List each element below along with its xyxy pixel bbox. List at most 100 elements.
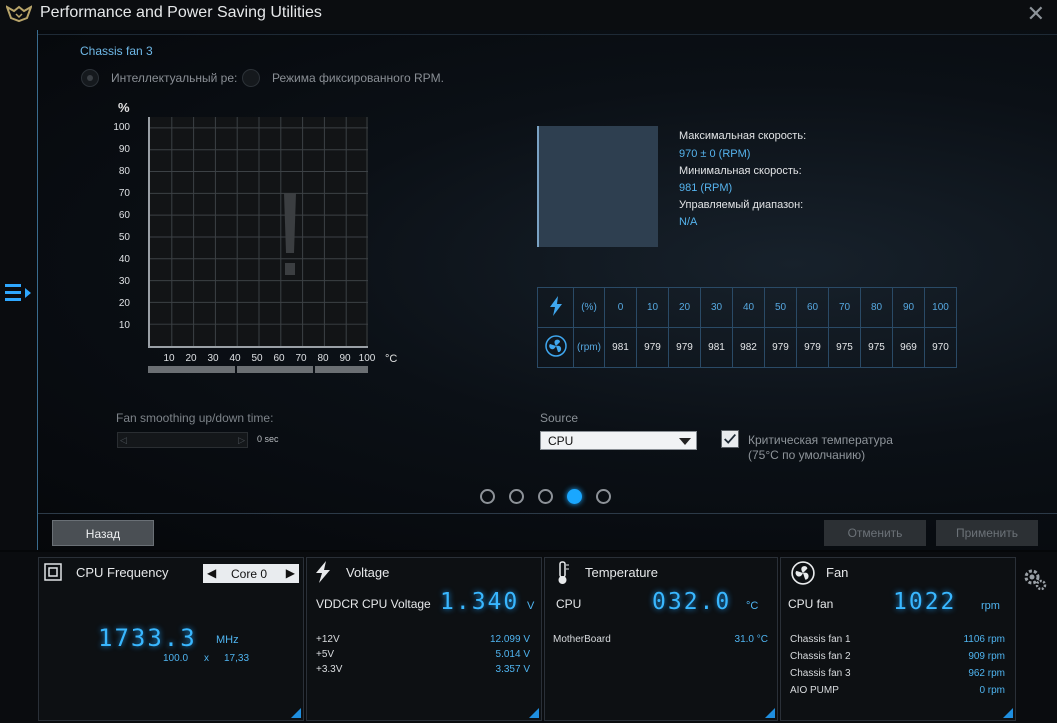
mode-smart-label: Интеллектуальный ре: [111,71,238,85]
warning-icon [284,193,296,275]
y-tick-label: 60 [118,210,130,221]
smoothing-label: Fan smoothing up/down time: [116,411,274,425]
list-item-value: 5.014 V [495,649,530,660]
temp-zone-bar-high [315,366,368,373]
expand-corner-icon[interactable] [765,708,775,718]
table-cell: 20 [668,287,701,328]
table-cell: 70 [828,287,861,328]
expand-corner-icon[interactable] [1003,708,1013,718]
range-label: Управляемый диапазон: [679,199,804,211]
core-prev-icon[interactable]: ◀ [207,566,216,580]
min-speed-value: 981 (RPM) [679,182,733,194]
page-dot-4[interactable] [567,489,582,504]
gear-icon[interactable] [1022,566,1048,592]
table-cell: 979 [636,327,669,368]
page-dot-3[interactable] [538,489,553,504]
table-cell: 40 [732,287,765,328]
table-cell: 970 [924,327,957,368]
min-speed-label: Минимальная скорость: [679,165,802,177]
core-selector[interactable]: ◀ Core 0 ▶ [203,564,299,583]
critical-temp-default: (75°C по умолчанию) [748,448,866,462]
source-label: Source [540,411,579,425]
core-next-icon[interactable]: ▶ [286,566,295,580]
table-cell: 10 [636,287,669,328]
list-item-value: 12.099 V [489,634,530,645]
y-tick-label: 80 [118,166,130,177]
list-item-label: AIO PUMP [790,685,839,696]
list-item-value: 962 rpm [968,668,1005,679]
range-value: N/A [679,216,698,228]
fan-speed-preview [537,126,658,247]
table-cell: 50 [764,287,797,328]
source-value: CPU [548,434,574,448]
list-item-value: 0 rpm [979,685,1005,696]
list-item-value: 909 rpm [968,651,1005,662]
mode-smart-radio[interactable] [81,69,99,87]
temp-zone-bar-mid [237,366,313,373]
apply-button[interactable]: Применить [936,520,1038,546]
temp-zone-bar-low [148,366,235,373]
cpu-frequency-value: 1733.3 [98,624,197,652]
table-cell: (%) [573,287,605,328]
table-cell: (rpm) [573,327,605,368]
menu-toggle-icon[interactable] [3,281,35,305]
thermometer-icon [558,561,569,584]
slider-left-icon[interactable]: ◁ [120,435,127,446]
cpu-temp-value: 032.0 [652,589,732,615]
table-cell: 969 [892,327,925,368]
y-tick-label: 30 [118,276,130,287]
list-item-value: 1106 rpm [963,634,1005,645]
expand-corner-icon[interactable] [291,708,301,718]
x-tick-label: 20 [185,353,197,364]
x-tick-label: 30 [207,353,219,364]
chevron-down-icon [679,438,691,445]
table-cell: 90 [892,287,925,328]
close-icon[interactable]: ✕ [1027,3,1045,25]
mode-fixed-radio[interactable] [242,69,260,87]
table-cell: 979 [796,327,829,368]
x-axis-unit: °C [385,353,398,365]
max-speed-label: Максимальная скорость: [679,130,807,142]
x-tick-label: 90 [339,353,351,364]
table-cell: 982 [732,327,765,368]
y-tick-label: 90 [118,144,130,155]
critical-temp-checkbox[interactable] [721,430,739,448]
rpm-table: (%) 0 10 20 30 40 50 60 70 80 90 100 (rpm) 981 979 9… [537,287,957,368]
x-tick-label: 80 [317,353,329,364]
window-title: Performance and Power Saving Utilities [40,4,322,21]
page-dot-5[interactable] [596,489,611,504]
cpu-temp-label: CPU [556,597,582,611]
list-item-value: 31.0 °C [734,634,768,645]
page-dot-2[interactable] [509,489,524,504]
core-selector-value: Core 0 [231,567,268,581]
cpu-temp-unit: °C [746,600,759,612]
back-button[interactable]: Назад [52,520,154,546]
y-tick-label: 50 [118,232,130,243]
table-cell: 979 [668,327,701,368]
x-tick-label: 60 [273,353,285,364]
list-item-value: 3.357 V [495,664,530,675]
lightning-icon [316,561,330,583]
fan-curve-graph[interactable] [148,117,368,348]
slider-right-icon[interactable]: ▷ [238,435,245,446]
cpu-fan-value: 1022 [893,589,957,615]
mode-smart-option[interactable]: Интеллектуальный ре: [81,69,237,87]
smoothing-slider[interactable]: ◁ ▷ [117,432,248,448]
cpu-chip-icon [44,563,62,581]
expand-corner-icon[interactable] [529,708,539,718]
x-tick-label: 10 [163,353,175,364]
mode-fixed-label: Режима фиксированного RPM. [272,71,444,85]
mode-fixed-option[interactable]: Режима фиксированного RPM. [242,69,444,87]
vddcr-value: 1.340 [440,589,520,615]
cpu-bclk: 100.0 [163,653,189,664]
temperature-title: Temperature [585,565,658,580]
page-dot-1[interactable] [480,489,495,504]
source-select[interactable]: CPU [540,431,697,450]
x-tick-label: 50 [251,353,263,364]
voltage-title: Voltage [346,565,390,580]
cancel-button[interactable]: Отменить [824,520,926,546]
table-cell: 0 [604,287,637,328]
list-item-label: MotherBoard [553,634,611,645]
table-cell: 979 [764,327,797,368]
list-item-label: +5V [316,649,335,660]
